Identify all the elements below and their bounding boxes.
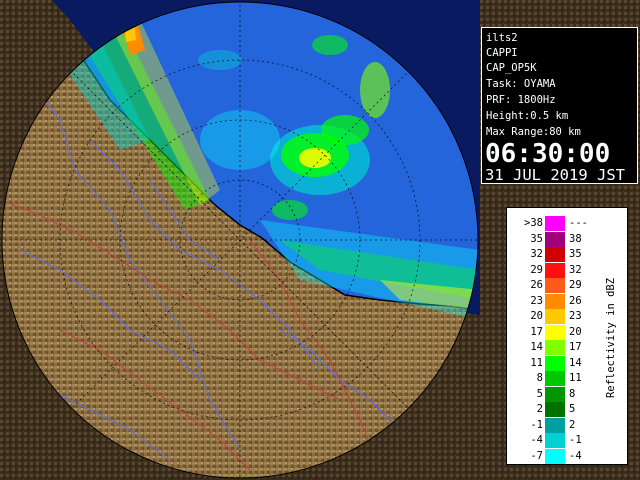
legend-lower-bound: 35 [530, 232, 543, 245]
legend-color-swatch [545, 386, 565, 402]
legend-color-swatch [545, 355, 565, 371]
legend-lower-bound: 20 [530, 310, 543, 322]
legend-upper-bound: 32 [569, 263, 582, 276]
legend-lower-bound: 17 [530, 325, 543, 338]
legend-lower-bound: -1 [530, 418, 543, 431]
observation-time: 06:30:00 [485, 139, 611, 169]
legend-lower-bound: -4 [530, 434, 543, 446]
legend-upper-bound: 26 [569, 294, 582, 307]
legend-upper-bound: 35 [569, 248, 582, 260]
legend-lower-bound: 29 [530, 263, 543, 276]
task-line: Task: OYAMA [486, 78, 556, 90]
legend-upper-bound: 17 [569, 341, 582, 353]
legend-upper-bound: 11 [569, 372, 582, 384]
legend-lower-bound: 8 [536, 372, 543, 384]
legend-lower-bound: 2 [536, 403, 543, 415]
legend-lower-bound: 5 [536, 387, 543, 400]
legend-upper-bound: --- [569, 217, 588, 229]
product-name: CAPPI [486, 47, 518, 59]
prf-line: PRF: 1800Hz [486, 94, 556, 106]
legend-lower-bound: 32 [530, 248, 543, 260]
legend-upper-bound: 14 [569, 356, 582, 369]
legend-color-swatch [545, 448, 565, 464]
product-code: CAP_OP5K [486, 62, 537, 74]
site-name: ilts2 [486, 32, 518, 44]
legend-color-swatch [545, 231, 565, 247]
legend-upper-bound: 8 [569, 387, 576, 400]
legend-upper-bound: 23 [569, 310, 582, 322]
legend-color-swatch [545, 278, 565, 293]
legend-lower-bound: 14 [530, 341, 543, 353]
legend-upper-bound: 2 [569, 418, 576, 431]
legend-color-swatch [545, 293, 565, 309]
legend-upper-bound: -4 [569, 449, 582, 462]
legend-upper-bound: 29 [569, 279, 582, 291]
info-panel: ilts2 CAPPI CAP_OP5K Task: OYAMA PRF: 18… [481, 27, 638, 184]
legend-upper-bound: 5 [569, 403, 576, 415]
legend-lower-bound: 11 [530, 356, 543, 369]
legend-lower-bound: >38 [524, 217, 543, 229]
reflectivity-legend: >38 --- 35 38 32 35 29 32 26 29 23 26 20 23 17 20 14 17 11… [506, 207, 628, 465]
legend-color-swatch [545, 247, 565, 262]
height-line: Height:0.5 km [486, 110, 569, 122]
legend-lower-bound: -7 [530, 449, 543, 462]
legend-color-swatch [545, 340, 565, 355]
observation-date: 31 JUL 2019 JST [485, 166, 625, 184]
legend-upper-bound: -1 [569, 434, 582, 446]
legend-upper-bound: 38 [569, 232, 582, 245]
legend-color-swatch [545, 262, 565, 278]
legend-lower-bound: 23 [530, 294, 543, 307]
legend-color-swatch [545, 216, 565, 231]
legend-color-swatch [545, 324, 565, 340]
legend-color-swatch [545, 402, 565, 417]
legend-color-swatch [545, 433, 565, 448]
legend-color-swatch [545, 417, 565, 433]
legend-color-swatch [545, 309, 565, 324]
legend-title: Reflectivity in dBZ [605, 277, 617, 399]
legend-lower-bound: 26 [530, 279, 543, 291]
max-range-line: Max Range:80 km [486, 126, 581, 138]
legend-upper-bound: 20 [569, 325, 582, 338]
legend-color-swatch [545, 371, 565, 386]
